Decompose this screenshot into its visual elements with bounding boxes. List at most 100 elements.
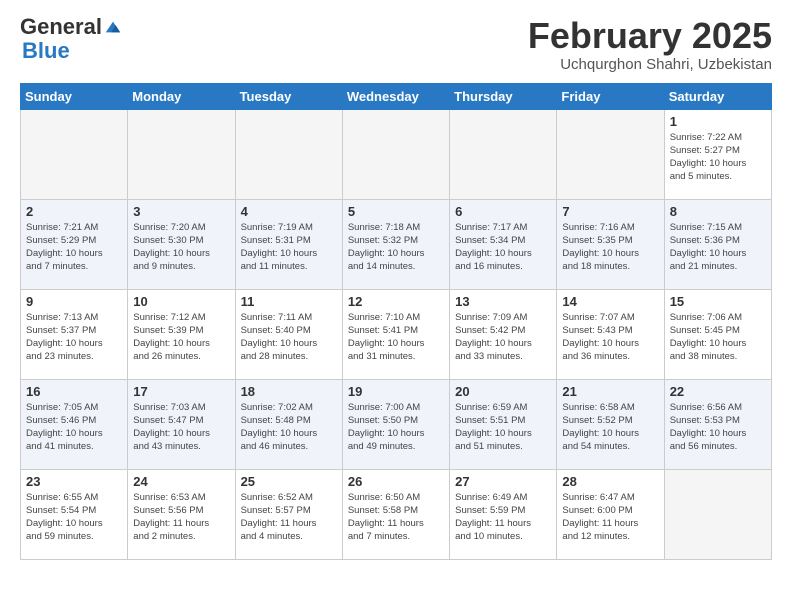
calendar-cell	[21, 109, 128, 199]
calendar-cell	[342, 109, 449, 199]
day-info: Sunrise: 7:07 AM Sunset: 5:43 PM Dayligh…	[562, 311, 658, 364]
month-title: February 2025	[528, 16, 772, 56]
day-number: 7	[562, 204, 658, 219]
day-info: Sunrise: 6:56 AM Sunset: 5:53 PM Dayligh…	[670, 401, 766, 454]
day-number: 27	[455, 474, 551, 489]
day-info: Sunrise: 7:13 AM Sunset: 5:37 PM Dayligh…	[26, 311, 122, 364]
logo-blue-text: Blue	[22, 38, 70, 63]
weekday-header-row: SundayMondayTuesdayWednesdayThursdayFrid…	[21, 83, 772, 109]
calendar-cell: 12 Sunrise: 7:10 AM Sunset: 5:41 PM Dayli…	[342, 289, 449, 379]
day-info: Sunrise: 7:18 AM Sunset: 5:32 PM Dayligh…	[348, 221, 444, 274]
day-info: Sunrise: 7:02 AM Sunset: 5:48 PM Dayligh…	[241, 401, 337, 454]
day-info: Sunrise: 7:12 AM Sunset: 5:39 PM Dayligh…	[133, 311, 229, 364]
week-row-4: 16 Sunrise: 7:05 AM Sunset: 5:46 PM Dayli…	[21, 379, 772, 469]
calendar-cell: 25 Sunrise: 6:52 AM Sunset: 5:57 PM Dayli…	[235, 469, 342, 559]
day-number: 21	[562, 384, 658, 399]
calendar-cell: 2Sunrise: 7:21 AM Sunset: 5:29 PM Daylig…	[21, 199, 128, 289]
day-number: 9	[26, 294, 122, 309]
weekday-thursday: Thursday	[450, 83, 557, 109]
day-number: 13	[455, 294, 551, 309]
logo-general-text: General	[20, 16, 102, 38]
calendar-cell: 17 Sunrise: 7:03 AM Sunset: 5:47 PM Dayli…	[128, 379, 235, 469]
calendar-cell: 16 Sunrise: 7:05 AM Sunset: 5:46 PM Dayli…	[21, 379, 128, 469]
day-info: Sunrise: 6:50 AM Sunset: 5:58 PM Dayligh…	[348, 491, 444, 544]
calendar-cell: 21 Sunrise: 6:58 AM Sunset: 5:52 PM Dayli…	[557, 379, 664, 469]
day-info: Sunrise: 7:09 AM Sunset: 5:42 PM Dayligh…	[455, 311, 551, 364]
day-info: Sunrise: 6:52 AM Sunset: 5:57 PM Dayligh…	[241, 491, 337, 544]
calendar-cell: 27 Sunrise: 6:49 AM Sunset: 5:59 PM Dayli…	[450, 469, 557, 559]
weekday-tuesday: Tuesday	[235, 83, 342, 109]
weekday-sunday: Sunday	[21, 83, 128, 109]
day-info: Sunrise: 7:21 AM Sunset: 5:29 PM Dayligh…	[26, 221, 122, 274]
day-info: Sunrise: 7:17 AM Sunset: 5:34 PM Dayligh…	[455, 221, 551, 274]
weekday-friday: Friday	[557, 83, 664, 109]
calendar-cell: 15 Sunrise: 7:06 AM Sunset: 5:45 PM Dayli…	[664, 289, 771, 379]
weekday-monday: Monday	[128, 83, 235, 109]
day-info: Sunrise: 6:49 AM Sunset: 5:59 PM Dayligh…	[455, 491, 551, 544]
day-info: Sunrise: 7:16 AM Sunset: 5:35 PM Dayligh…	[562, 221, 658, 274]
calendar-cell: 11 Sunrise: 7:11 AM Sunset: 5:40 PM Dayli…	[235, 289, 342, 379]
day-info: Sunrise: 7:19 AM Sunset: 5:31 PM Dayligh…	[241, 221, 337, 274]
day-info: Sunrise: 7:22 AM Sunset: 5:27 PM Dayligh…	[670, 131, 766, 184]
title-block: February 2025 Uchqurghon Shahri, Uzbekis…	[528, 16, 772, 73]
day-number: 28	[562, 474, 658, 489]
day-number: 12	[348, 294, 444, 309]
calendar-cell	[128, 109, 235, 199]
week-row-5: 23Sunrise: 6:55 AM Sunset: 5:54 PM Dayli…	[21, 469, 772, 559]
day-number: 14	[562, 294, 658, 309]
day-number: 24	[133, 474, 229, 489]
day-info: Sunrise: 6:47 AM Sunset: 6:00 PM Dayligh…	[562, 491, 658, 544]
day-info: Sunrise: 7:11 AM Sunset: 5:40 PM Dayligh…	[241, 311, 337, 364]
day-number: 6	[455, 204, 551, 219]
weekday-wednesday: Wednesday	[342, 83, 449, 109]
week-row-2: 2Sunrise: 7:21 AM Sunset: 5:29 PM Daylig…	[21, 199, 772, 289]
day-number: 17	[133, 384, 229, 399]
day-number: 5	[348, 204, 444, 219]
calendar-cell: 1Sunrise: 7:22 AM Sunset: 5:27 PM Daylig…	[664, 109, 771, 199]
day-number: 25	[241, 474, 337, 489]
day-info: Sunrise: 7:03 AM Sunset: 5:47 PM Dayligh…	[133, 401, 229, 454]
page: General Blue February 2025 Uchqurghon Sh…	[0, 0, 792, 576]
calendar-cell: 19 Sunrise: 7:00 AM Sunset: 5:50 PM Dayli…	[342, 379, 449, 469]
calendar-cell: 9 Sunrise: 7:13 AM Sunset: 5:37 PM Daylig…	[21, 289, 128, 379]
week-row-1: 1Sunrise: 7:22 AM Sunset: 5:27 PM Daylig…	[21, 109, 772, 199]
day-info: Sunrise: 6:58 AM Sunset: 5:52 PM Dayligh…	[562, 401, 658, 454]
day-info: Sunrise: 6:59 AM Sunset: 5:51 PM Dayligh…	[455, 401, 551, 454]
calendar-cell: 6 Sunrise: 7:17 AM Sunset: 5:34 PM Daylig…	[450, 199, 557, 289]
calendar-cell: 8 Sunrise: 7:15 AM Sunset: 5:36 PM Daylig…	[664, 199, 771, 289]
logo: General Blue	[20, 16, 122, 64]
calendar-cell: 28 Sunrise: 6:47 AM Sunset: 6:00 PM Dayli…	[557, 469, 664, 559]
calendar-cell: 7 Sunrise: 7:16 AM Sunset: 5:35 PM Daylig…	[557, 199, 664, 289]
day-number: 10	[133, 294, 229, 309]
day-number: 23	[26, 474, 122, 489]
calendar-cell: 20Sunrise: 6:59 AM Sunset: 5:51 PM Dayli…	[450, 379, 557, 469]
week-row-3: 9 Sunrise: 7:13 AM Sunset: 5:37 PM Daylig…	[21, 289, 772, 379]
calendar-cell	[664, 469, 771, 559]
day-info: Sunrise: 7:00 AM Sunset: 5:50 PM Dayligh…	[348, 401, 444, 454]
calendar-cell	[450, 109, 557, 199]
day-info: Sunrise: 7:10 AM Sunset: 5:41 PM Dayligh…	[348, 311, 444, 364]
day-number: 15	[670, 294, 766, 309]
day-info: Sunrise: 7:05 AM Sunset: 5:46 PM Dayligh…	[26, 401, 122, 454]
day-info: Sunrise: 7:15 AM Sunset: 5:36 PM Dayligh…	[670, 221, 766, 274]
header: General Blue February 2025 Uchqurghon Sh…	[20, 16, 772, 73]
day-info: Sunrise: 7:06 AM Sunset: 5:45 PM Dayligh…	[670, 311, 766, 364]
calendar-cell: 22 Sunrise: 6:56 AM Sunset: 5:53 PM Dayli…	[664, 379, 771, 469]
day-number: 11	[241, 294, 337, 309]
day-number: 8	[670, 204, 766, 219]
calendar-cell: 4 Sunrise: 7:19 AM Sunset: 5:31 PM Daylig…	[235, 199, 342, 289]
location-subtitle: Uchqurghon Shahri, Uzbekistan	[528, 56, 772, 73]
day-number: 4	[241, 204, 337, 219]
logo-icon	[104, 18, 122, 36]
calendar-cell: 5 Sunrise: 7:18 AM Sunset: 5:32 PM Daylig…	[342, 199, 449, 289]
calendar-cell: 24 Sunrise: 6:53 AM Sunset: 5:56 PM Dayli…	[128, 469, 235, 559]
calendar-cell: 10 Sunrise: 7:12 AM Sunset: 5:39 PM Dayli…	[128, 289, 235, 379]
day-info: Sunrise: 6:53 AM Sunset: 5:56 PM Dayligh…	[133, 491, 229, 544]
day-number: 26	[348, 474, 444, 489]
day-number: 19	[348, 384, 444, 399]
day-number: 16	[26, 384, 122, 399]
day-number: 22	[670, 384, 766, 399]
calendar-cell: 18Sunrise: 7:02 AM Sunset: 5:48 PM Dayli…	[235, 379, 342, 469]
calendar-cell	[235, 109, 342, 199]
calendar-cell: 26 Sunrise: 6:50 AM Sunset: 5:58 PM Dayli…	[342, 469, 449, 559]
